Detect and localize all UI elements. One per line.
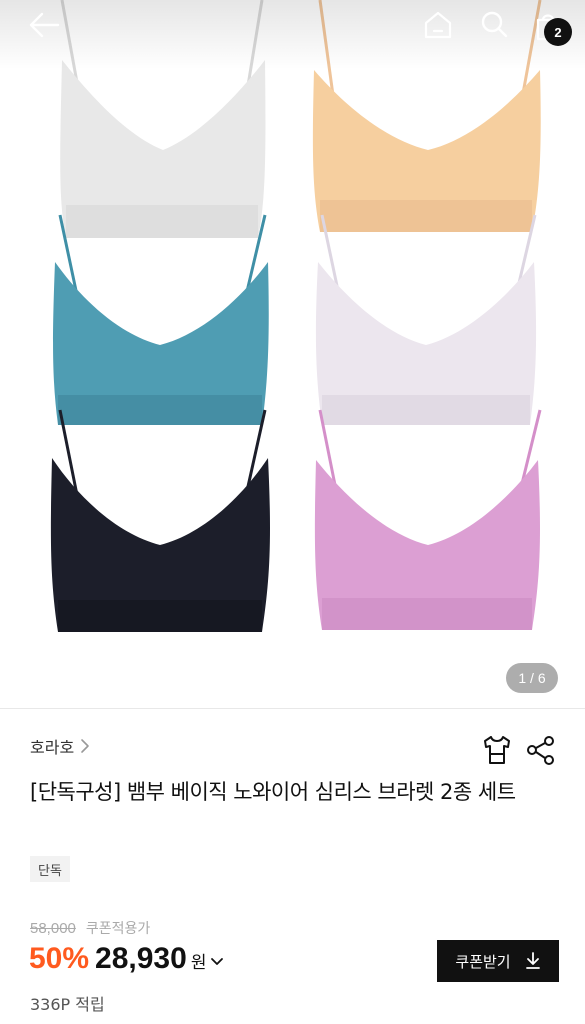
get-coupon-button[interactable]: 쿠폰받기 [437, 940, 559, 982]
discount-rate: 50% [29, 942, 90, 975]
closet-button[interactable] [480, 733, 514, 767]
reward-points: 336P 적립 [30, 995, 105, 1014]
arrow-left-icon [29, 12, 60, 38]
sale-price: 28,930 [95, 942, 187, 975]
brand-link[interactable]: 호라호 [30, 734, 90, 758]
chevron-right-icon [81, 739, 89, 753]
bra-black [50, 409, 271, 632]
home-icon [424, 11, 452, 39]
original-price-row: 58,000 쿠폰적용가 [30, 918, 150, 938]
product-image-gallery[interactable]: 2 1 / 6 [0, 0, 585, 708]
bra-lavender [315, 214, 537, 425]
search-icon [481, 11, 508, 38]
product-title: [단독구성] 뱀부 베이직 노와이어 심리스 브라렛 2종 세트 [30, 780, 516, 804]
currency-label: 원 [190, 953, 207, 973]
get-coupon-label: 쿠폰받기 [455, 952, 511, 971]
download-icon [525, 952, 540, 969]
home-button[interactable] [420, 7, 456, 43]
product-photo [0, 0, 585, 632]
original-price: 58,000 [30, 919, 76, 937]
cart-count-badge: 2 [544, 18, 572, 46]
search-button[interactable] [476, 6, 512, 42]
share-icon [527, 736, 554, 765]
back-button[interactable] [24, 8, 64, 42]
gallery-page-indicator: 1 / 6 [506, 663, 558, 693]
share-button[interactable] [524, 733, 558, 767]
bra-teal [53, 214, 269, 425]
brand-name: 호라호 [30, 738, 75, 757]
sale-price-row: 50% 28,930 원 [29, 942, 224, 976]
bra-pink [314, 409, 542, 630]
coupon-price-label: 쿠폰적용가 [85, 921, 151, 937]
chevron-down-icon[interactable] [210, 957, 224, 967]
shirt-icon [484, 736, 510, 764]
exclusive-tag: 단독 [30, 856, 70, 882]
section-divider [0, 708, 585, 709]
top-navigation-bar: 2 [0, 0, 585, 54]
